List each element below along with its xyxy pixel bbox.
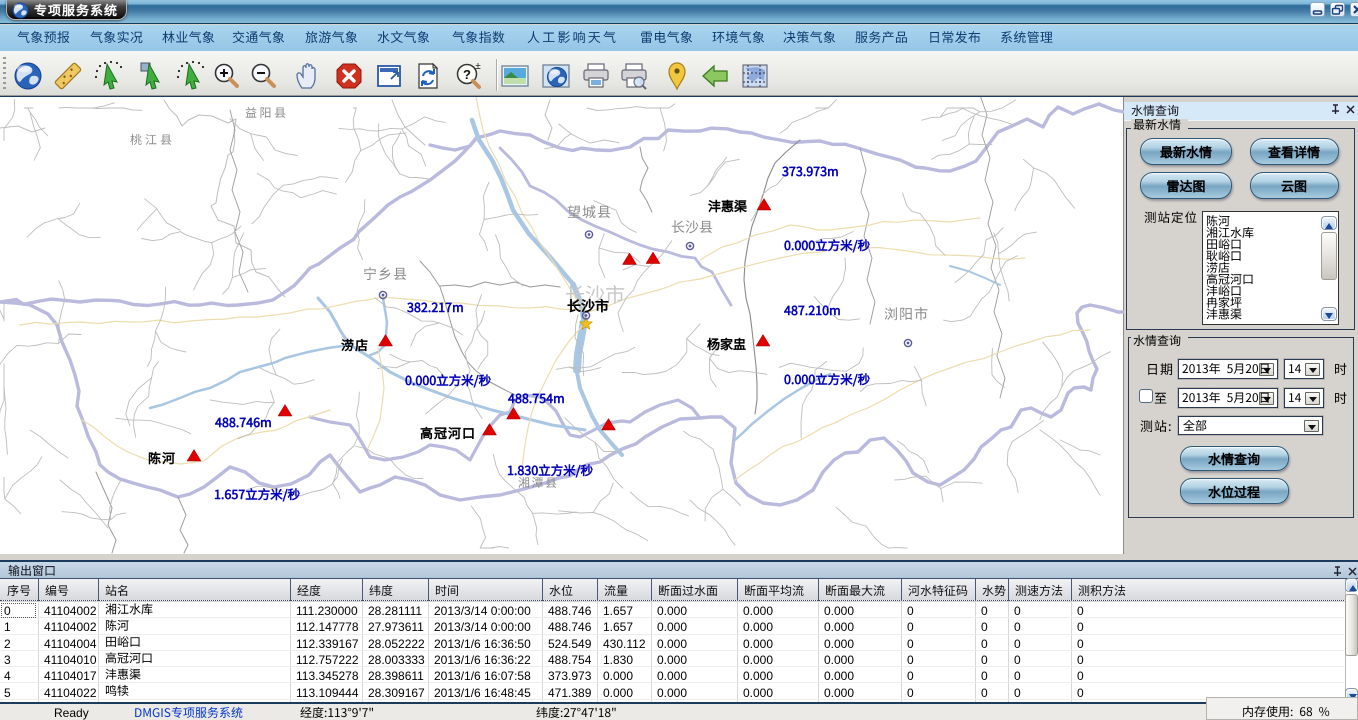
svg-text:±: ± (475, 61, 481, 72)
svg-text:?: ? (463, 67, 471, 82)
